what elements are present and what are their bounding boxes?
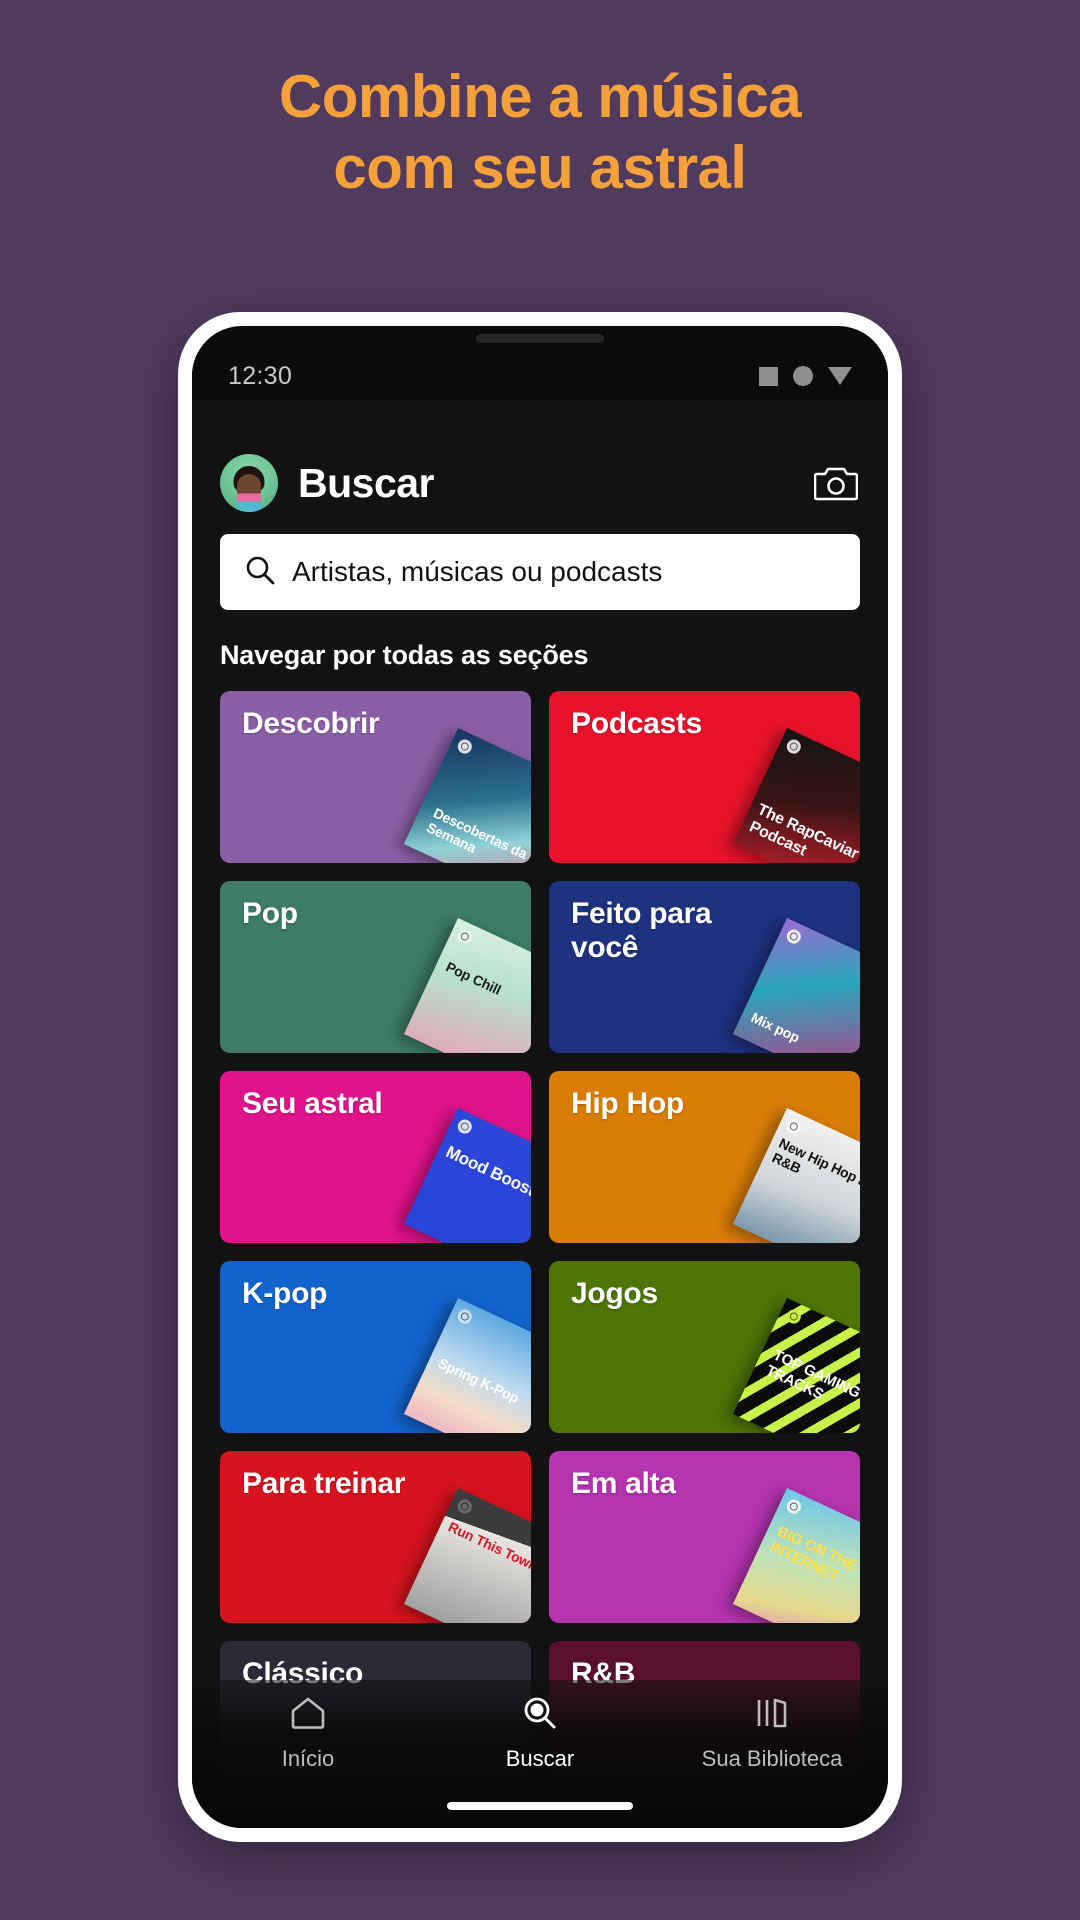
tile-label: Para treinar: [242, 1467, 406, 1500]
promo-headline: Combine a música com seu astral: [0, 62, 1080, 204]
tile-label: Em alta: [571, 1467, 676, 1500]
avatar[interactable]: [220, 454, 278, 512]
tile-artwork-text: Mix pop: [748, 1009, 803, 1046]
tile-artwork: BIG ON THE INTERNET: [732, 1487, 860, 1623]
bottom-navigation: Início Buscar Sua Biblioteca: [192, 1680, 888, 1828]
category-tile-k-pop[interactable]: K-pop Spring K-Pop: [220, 1261, 531, 1433]
search-icon: [244, 554, 276, 591]
category-tile-podcasts[interactable]: Podcasts The RapCaviar Podcast: [549, 691, 860, 863]
tile-artwork: TOP GAMING TRACKS: [732, 1297, 860, 1433]
tile-artwork: Mood Booster: [403, 1107, 531, 1243]
category-tile-jogos[interactable]: Jogos TOP GAMING TRACKS: [549, 1261, 860, 1433]
nav-items: Início Buscar Sua Biblioteca: [192, 1680, 888, 1802]
tile-label: Podcasts: [571, 707, 702, 740]
nav-item-buscar[interactable]: Buscar: [424, 1694, 656, 1772]
spotify-badge-icon: [455, 1117, 475, 1136]
spotify-badge-icon: [784, 927, 804, 946]
spotify-badge-icon: [784, 1307, 804, 1326]
nav-label: Sua Biblioteca: [701, 1746, 843, 1771]
search-icon: [520, 1694, 560, 1737]
nav-label: Início: [281, 1746, 335, 1771]
phone-screen: 12:30 Buscar Artistas, músicas ou podcas…: [192, 326, 888, 1828]
category-tile-pop[interactable]: Pop Pop Chill: [220, 881, 531, 1053]
nav-label: Buscar: [505, 1746, 575, 1771]
square-icon: [759, 366, 778, 386]
category-tile-feito-para-voce[interactable]: Feito para você Mix pop: [549, 881, 860, 1053]
spotify-badge-icon: [455, 1497, 475, 1516]
spotify-badge-icon: [784, 1497, 804, 1516]
tile-label: Jogos: [571, 1277, 658, 1310]
tile-artwork-text: New Hip Hop and R&B: [769, 1134, 860, 1197]
tile-label: Feito para você: [571, 897, 712, 964]
phone-speaker: [476, 334, 604, 343]
category-tile-seu-astral[interactable]: Seu astral Mood Booster: [220, 1071, 531, 1243]
search-input[interactable]: Artistas, músicas ou podcasts: [220, 534, 860, 610]
tile-artwork: Pop Chill: [403, 917, 531, 1053]
tile-artwork-text: Pop Chill: [443, 958, 504, 998]
page-title: Buscar: [298, 459, 435, 506]
tile-artwork-text: BIG ON THE INTERNET: [767, 1522, 860, 1586]
promo-line-2: com seu astral: [333, 133, 747, 201]
search-container: Artistas, músicas ou podcasts: [192, 512, 888, 610]
phone-mockup: 12:30 Buscar Artistas, músicas ou podcas…: [178, 312, 902, 1842]
tile-label: Hip Hop: [571, 1087, 684, 1120]
category-grid: Descobrir Descobertas da Semana Podcasts…: [192, 671, 888, 1813]
tile-artwork: Spring K-Pop: [403, 1297, 531, 1433]
status-icons: [759, 366, 852, 386]
tile-artwork: The RapCaviar Podcast: [732, 727, 860, 863]
spotify-badge-icon: [455, 737, 475, 756]
nav-item-sua-biblioteca[interactable]: Sua Biblioteca: [656, 1694, 888, 1772]
spotify-badge-icon: [784, 737, 804, 756]
camera-icon[interactable]: [812, 462, 860, 504]
status-time: 12:30: [228, 361, 293, 390]
tile-artwork: New Hip Hop and R&B: [732, 1107, 860, 1243]
tile-artwork-text: Descobertas da Semana: [424, 804, 530, 862]
home-indicator: [447, 1802, 633, 1810]
search-placeholder: Artistas, músicas ou podcasts: [292, 556, 663, 587]
tile-label: Seu astral: [242, 1087, 383, 1120]
category-tile-hip-hop[interactable]: Hip Hop New Hip Hop and R&B: [549, 1071, 860, 1243]
tile-label: Descobrir: [242, 707, 380, 740]
tile-artwork-text: The RapCaviar Podcast: [746, 801, 860, 863]
tile-artwork-text: Spring K-Pop: [435, 1354, 522, 1407]
tile-label: K-pop: [242, 1277, 328, 1310]
tile-artwork: Descobertas da Semana: [403, 727, 531, 863]
status-bar: 12:30: [192, 352, 888, 400]
library-icon: [752, 1694, 792, 1737]
category-tile-em-alta[interactable]: Em alta BIG ON THE INTERNET: [549, 1451, 860, 1623]
tile-label: Pop: [242, 897, 298, 930]
promo-line-1: Combine a música: [278, 63, 802, 130]
home-icon: [288, 1694, 328, 1737]
spotify-badge-icon: [455, 927, 475, 946]
category-tile-para-treinar[interactable]: Para treinar Run This Town: [220, 1451, 531, 1623]
section-title: Navegar por todas as seções: [220, 640, 589, 670]
app-screen: Buscar Artistas, músicas ou podcasts Nav…: [192, 400, 888, 1828]
tile-artwork-text: Mood Booster: [442, 1142, 531, 1207]
category-tile-descobrir[interactable]: Descobrir Descobertas da Semana: [220, 691, 531, 863]
circle-icon: [793, 366, 813, 386]
tile-artwork-text: TOP GAMING TRACKS: [763, 1346, 860, 1404]
tile-artwork: Run This Town: [403, 1487, 531, 1623]
tile-artwork-text: Run This Town: [445, 1518, 531, 1574]
spotify-badge-icon: [455, 1307, 475, 1326]
app-header: Buscar: [192, 400, 888, 512]
nav-item-inicio[interactable]: Início: [192, 1694, 424, 1772]
triangle-down-icon: [828, 367, 852, 385]
spotify-badge-icon: [784, 1117, 804, 1136]
